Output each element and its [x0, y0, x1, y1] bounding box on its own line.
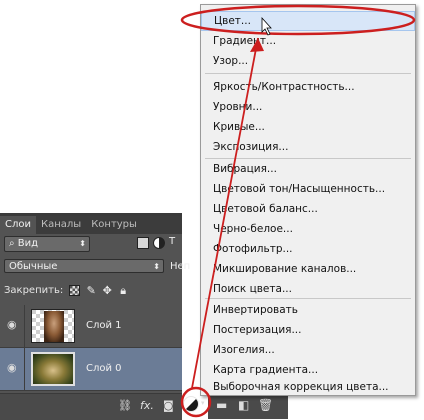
menu-item-color[interactable]: Цвет...	[201, 11, 415, 31]
layer-name: Слой 0	[86, 363, 122, 374]
menu-item-selective-color[interactable]: Выборочная коррекция цвета...	[201, 377, 415, 397]
menu-item-threshold[interactable]: Изогелия...	[201, 340, 415, 360]
menu-item-brightness-contrast[interactable]: Яркость/Контрастность...	[201, 77, 415, 97]
menu-item-black-white[interactable]: Черно-белое...	[201, 219, 415, 239]
divider	[24, 348, 25, 390]
layer-row-1[interactable]: ◉ Слой 1	[0, 305, 182, 348]
layer-row-0[interactable]: ◉ Слой 0	[0, 348, 182, 391]
new-layer-icon[interactable]: ◧	[238, 398, 249, 412]
tab-channels[interactable]: Каналы	[36, 216, 86, 234]
tab-paths[interactable]: Контуры	[86, 216, 142, 234]
menu-item-curves[interactable]: Кривые...	[201, 117, 415, 137]
adjustment-filter-icon[interactable]	[153, 237, 165, 249]
divider	[24, 305, 25, 347]
adjustment-layer-menu: Цвет... Градиент... Узор... Яркость/Конт…	[200, 4, 416, 396]
menu-item-vibrance[interactable]: Вибрация...	[201, 159, 415, 179]
tab-layers[interactable]: Слои	[0, 216, 36, 234]
layers-list: ◉ Слой 1 ◉ Слой 0	[0, 305, 182, 391]
menu-item-posterize[interactable]: Постеризация...	[201, 320, 415, 340]
panel-tabs: Слои Каналы Контуры	[0, 216, 182, 234]
layer-thumbnail	[31, 352, 75, 386]
menu-item-invert[interactable]: Инвертировать	[201, 300, 415, 320]
layers-bottom-toolbar: ⛓ fx. ◙	[0, 393, 182, 420]
eye-visibility-icon[interactable]: ◉	[7, 362, 19, 374]
opacity-label: Неп	[170, 261, 191, 272]
eye-visibility-icon[interactable]: ◉	[7, 319, 19, 331]
menu-separator	[205, 298, 411, 299]
lock-row: Закрепить: ✎ ✥ 🔒︎	[4, 285, 128, 296]
menu-item-color-lookup[interactable]: Поиск цвета...	[201, 279, 415, 299]
new-adjustment-layer-icon[interactable]	[183, 396, 199, 412]
lock-position-move-icon[interactable]: ✥	[102, 285, 112, 296]
type-filter-icon[interactable]: T	[169, 237, 179, 247]
menu-item-channel-mixer[interactable]: Микширование каналов...	[201, 259, 415, 279]
menu-item-hue-saturation[interactable]: Цветовой тон/Насыщенность...	[201, 179, 415, 199]
menu-item-photo-filter[interactable]: Фотофильтр...	[201, 239, 415, 259]
layer-thumbnail	[31, 309, 75, 343]
blend-mode-select[interactable]: Обычные ⬍	[4, 259, 164, 273]
trash-icon[interactable]: 🗑︎	[258, 398, 273, 412]
layers-panel: Слои Каналы Контуры ⌕ Вид ⬍ T Обычные ⬍ …	[0, 213, 190, 420]
menu-item-pattern[interactable]: Узор...	[201, 51, 415, 71]
filter-icons: T	[137, 237, 179, 249]
search-icon: ⌕	[9, 238, 18, 249]
lock-all-padlock-icon[interactable]: 🔒︎	[118, 285, 128, 296]
pixel-filter-icon[interactable]	[137, 237, 149, 249]
lock-image-brush-icon[interactable]: ✎	[86, 285, 96, 296]
fx-icon[interactable]: fx.	[140, 400, 154, 412]
link-layers-icon[interactable]: ⛓	[118, 400, 132, 412]
menu-item-color-balance[interactable]: Цветовой баланс...	[201, 199, 415, 219]
menu-separator	[205, 73, 411, 74]
chevron-updown-icon: ⬍	[153, 262, 160, 271]
chevron-updown-icon: ⬍	[79, 239, 86, 248]
dropdown-arrow-icon: ▾	[201, 399, 205, 407]
menu-item-levels[interactable]: Уровни...	[201, 97, 415, 117]
layer-name: Слой 1	[86, 320, 122, 331]
lock-transparency-icon[interactable]	[69, 285, 81, 296]
menu-item-gradient[interactable]: Градиент...	[201, 31, 415, 51]
folder-icon[interactable]: ▬	[216, 398, 227, 412]
menu-item-exposure[interactable]: Экспозиция...	[201, 137, 415, 157]
add-mask-icon[interactable]: ◙	[163, 400, 174, 412]
blend-mode-value: Обычные	[9, 261, 58, 272]
filter-select-value: Вид	[17, 238, 39, 249]
layer-filter-select[interactable]: ⌕ Вид ⬍	[4, 236, 90, 252]
lock-label: Закрепить:	[4, 285, 64, 296]
